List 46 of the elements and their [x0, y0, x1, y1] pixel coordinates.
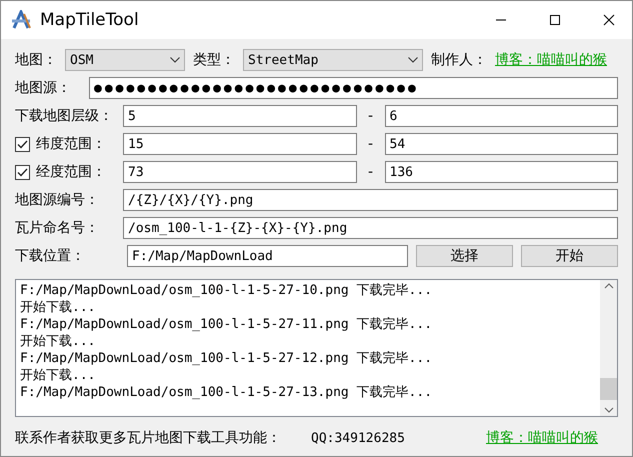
qq-number: QQ:349126285: [311, 430, 406, 446]
path-field[interactable]: F:/Map/MapDownLoad: [127, 245, 408, 267]
log-line: F:/Map/MapDownLoad/osm_100-l-1-5-27-10.png 下载完毕...: [20, 282, 434, 299]
range-dash: -: [366, 164, 374, 180]
action-button[interactable]: 选择: [416, 245, 513, 267]
input-field[interactable]: /{Z}/{X}/{Y}.png: [123, 189, 618, 211]
dropdown[interactable]: StreetMap: [243, 49, 423, 71]
input-field[interactable]: 15: [123, 133, 356, 155]
field-label: 制作人：: [431, 51, 487, 69]
field-label: 地图：: [15, 51, 57, 69]
scroll-thumb[interactable]: [600, 378, 617, 400]
app-icon: [10, 10, 32, 30]
log-line: F:/Map/MapDownLoad/osm_100-l-1-5-27-11.png 下载完毕...: [20, 316, 434, 333]
password-field[interactable]: ●●●●●●●●●●●●●●●●●●●●●●●●●●●●●●: [89, 77, 618, 99]
field-label: 地图源：: [15, 79, 72, 97]
field-label: 下载位置：: [15, 247, 86, 265]
range-dash: -: [366, 108, 374, 124]
log-line: 开始下载...: [20, 333, 96, 350]
checkbox[interactable]: [15, 136, 30, 152]
window-title: MapTileTool: [40, 10, 140, 30]
field-label: 地图源编号：: [15, 191, 100, 209]
field-label: 纬度范围：: [36, 135, 106, 153]
input-field[interactable]: 54: [384, 133, 618, 155]
log-line: 开始下载...: [20, 367, 96, 384]
range-dash: -: [366, 136, 374, 152]
maximize-icon[interactable]: [549, 14, 561, 26]
contact-text: 联系作者获取更多瓦片地图下载工具功能：: [15, 429, 281, 447]
chevron-icon: [170, 57, 180, 63]
dropdown[interactable]: OSM: [65, 49, 185, 71]
input-field[interactable]: 73: [123, 161, 356, 183]
log-line: F:/Map/MapDownLoad/osm_100-l-1-5-27-13.png 下载完毕...: [20, 384, 434, 401]
chevron-icon: [408, 57, 418, 63]
log-line: 开始下载...: [20, 299, 96, 316]
field-label: 瓦片命名号：: [15, 219, 100, 237]
field-label: 经度范围：: [36, 163, 106, 181]
input-field[interactable]: /osm_100-l-1-{Z}-{X}-{Y}.png: [123, 217, 618, 239]
log-line: F:/Map/MapDownLoad/osm_100-l-1-5-27-12.png 下载完毕...: [20, 350, 434, 367]
input-field[interactable]: 6: [384, 105, 618, 127]
scrollbar[interactable]: [600, 280, 617, 416]
close-icon[interactable]: [603, 14, 615, 26]
action-button[interactable]: 开始: [521, 245, 618, 267]
checkbox[interactable]: [15, 164, 30, 180]
field-label: 类型：: [193, 51, 235, 69]
field-label: 下载地图层级：: [15, 107, 113, 125]
input-field[interactable]: 136: [384, 161, 618, 183]
input-field[interactable]: 5: [123, 105, 356, 127]
